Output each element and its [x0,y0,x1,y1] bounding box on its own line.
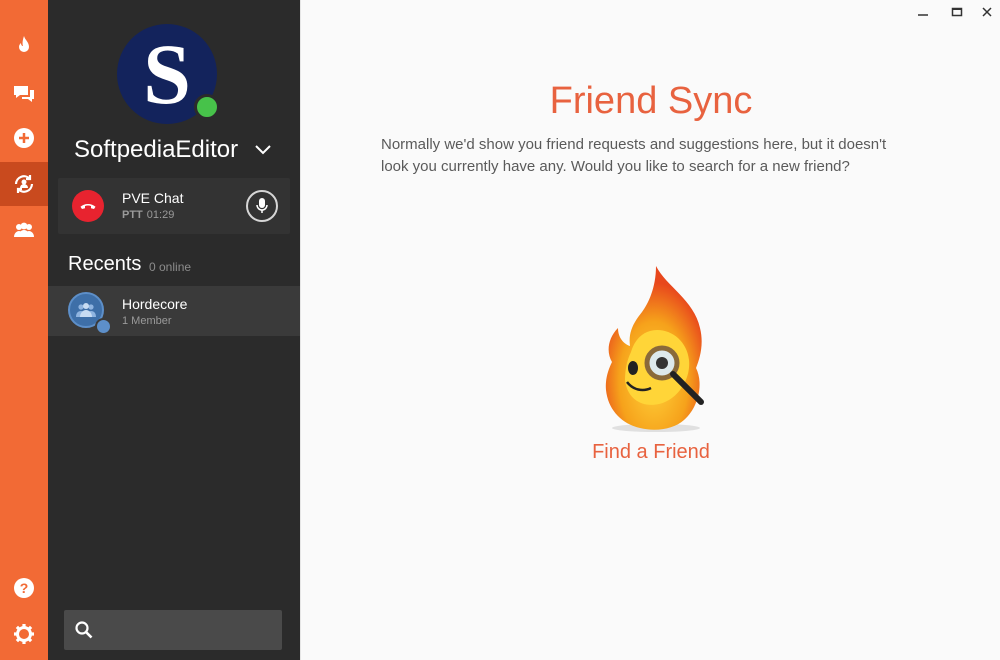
phone-hangup-icon [80,203,96,209]
search-box[interactable] [64,610,282,652]
rail-item-home[interactable] [0,24,48,68]
main-panel: Friend Sync Normally we'd show you frien… [300,0,1000,660]
page-description: Normally we'd show you friend requests a… [381,136,887,175]
active-call-card: PVE Chat PTT 01:29 [58,178,290,234]
maximize-icon [951,7,963,17]
rail-item-friend-sync[interactable] [0,162,48,206]
add-icon [14,128,34,148]
group-icon [14,222,34,237]
svg-text:?: ? [20,580,29,596]
username[interactable]: SoftpediaEditor [74,136,238,164]
rail-item-settings[interactable] [0,612,48,656]
group-badge-icon [95,318,112,335]
help-icon: ? [14,578,34,598]
nav-rail: ? [0,0,48,660]
find-a-friend-link[interactable]: Find a Friend [301,441,1000,464]
online-status-dot [194,94,220,120]
minimize-icon [918,14,928,16]
search-input[interactable] [104,610,278,652]
flame-icon [19,36,29,52]
sidebar: S SoftpediaEditor PVE Chat PTT 01:29 Rece… [48,0,300,660]
recents-title: Recents [68,253,142,275]
rail-item-add[interactable] [0,116,48,160]
call-info: PTT 01:29 [122,209,174,221]
recent-item[interactable]: Hordecore 1 Member [48,286,300,336]
rail-item-chats[interactable] [0,72,48,116]
close-window-button[interactable] [977,4,997,20]
rail-item-groups[interactable] [0,208,48,252]
call-mode: PTT [122,209,143,221]
search-icon [75,621,93,639]
recent-item-name: Hordecore [122,296,188,312]
rail-item-help[interactable]: ? [0,566,48,610]
chat-bubbles-icon [14,86,34,102]
gear-icon [14,624,34,644]
friend-sync-icon [14,175,34,193]
hangup-button[interactable] [72,190,104,222]
close-icon [982,7,992,17]
recent-item-members: 1 Member [122,315,172,327]
call-channel-name: PVE Chat [122,190,184,206]
page-title: Friend Sync [549,80,753,122]
fire-mascot-magnifier-icon[interactable] [591,262,721,440]
maximize-button[interactable] [947,4,967,20]
recents-online-count: 0 online [149,260,192,274]
microphone-button[interactable] [246,190,278,222]
microphone-icon [256,198,268,213]
minimize-button[interactable] [913,4,933,20]
call-duration: 01:29 [146,209,175,221]
chevron-down-icon[interactable] [254,141,272,159]
group-icon [76,303,96,317]
